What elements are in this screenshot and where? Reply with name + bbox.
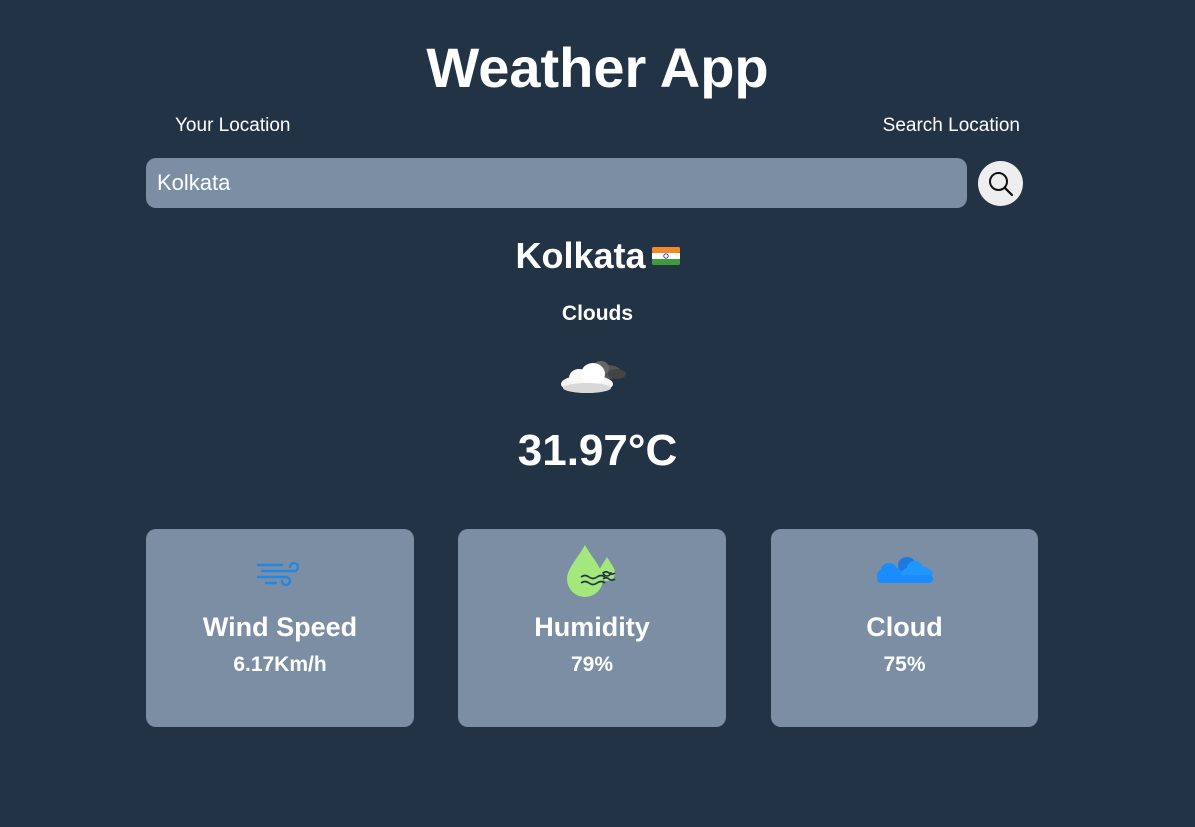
weather-condition: Clouds <box>561 302 634 325</box>
humidity-card: Humidity 79% <box>458 529 726 727</box>
search-bar <box>146 158 1026 208</box>
city-name: Kolkata <box>515 235 646 276</box>
india-flag-icon <box>651 247 680 265</box>
weather-app: Weather App Your Location Search Locatio… <box>0 0 1195 827</box>
humidity-value: 79% <box>570 653 614 676</box>
cloud-icon <box>876 557 933 583</box>
city-heading: Kolkata <box>0 234 1195 278</box>
wind-speed-card: Wind Speed 6.17Km/h <box>146 529 414 727</box>
clouds-icon <box>561 361 626 393</box>
tab-search-location[interactable]: Search Location <box>883 114 1020 138</box>
cloud-value: 75% <box>883 653 926 676</box>
wind-icon <box>256 561 300 587</box>
cloud-card: Cloud 75% <box>771 529 1038 727</box>
cloud-label: Cloud <box>866 612 943 642</box>
humidity-label: Humidity <box>534 612 650 642</box>
search-icon <box>988 171 1013 196</box>
humidity-icon <box>567 545 616 597</box>
wind-speed-value: 6.17Km/h <box>233 653 327 676</box>
search-button[interactable] <box>978 161 1023 206</box>
app-title: Weather App <box>426 36 769 99</box>
temperature: 31.97°C <box>517 426 678 475</box>
location-tabs: Your Location Search Location <box>146 114 1038 140</box>
wind-speed-label: Wind Speed <box>202 612 358 642</box>
search-input[interactable] <box>146 158 967 208</box>
tab-your-location[interactable]: Your Location <box>175 114 291 138</box>
